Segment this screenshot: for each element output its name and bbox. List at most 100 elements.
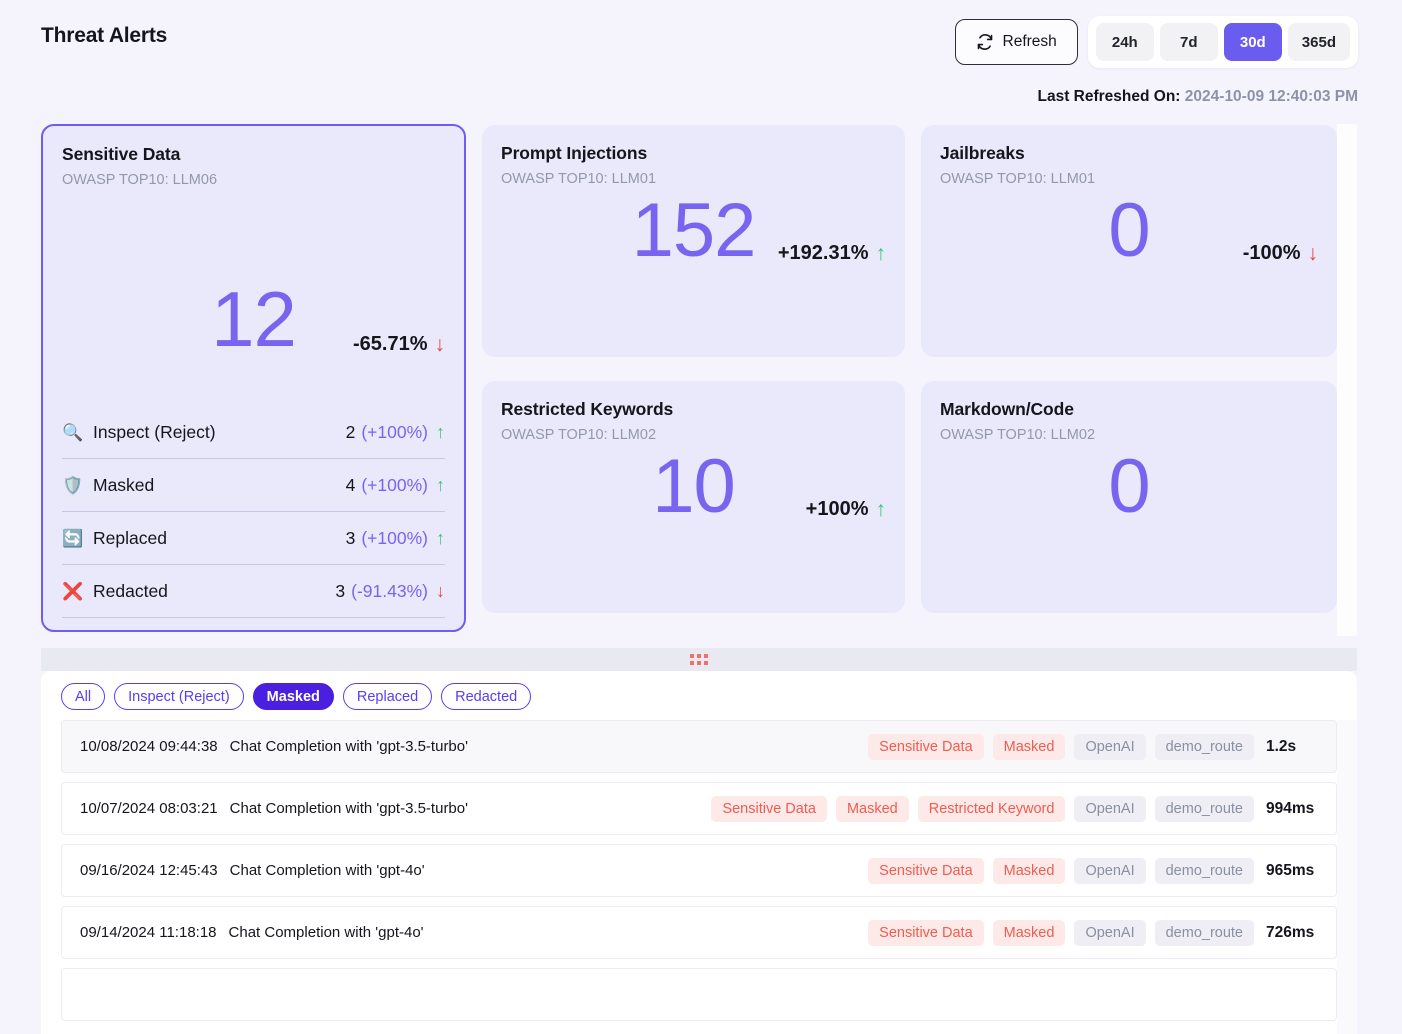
card-title: Sensitive Data [62,144,181,164]
row-description: Chat Completion with 'gpt-3.5-turbo' [229,800,468,817]
row-latency: 1.2s [1266,737,1297,755]
trend-up-arrow-icon: ↑ [436,528,445,548]
alerts-row-list: 10/08/2024 09:44:38 Chat Completion with… [41,720,1357,1021]
trend-up-arrow-icon: ↑ [875,498,887,522]
card-metric-value: 0 [1108,444,1150,529]
last-refreshed-value: 2024-10-09 12:40:03 PM [1184,88,1358,105]
range-button-7d[interactable]: 7d [1159,23,1218,61]
breakdown-row-masked[interactable]: 🛡️ Masked 4 (+100%) ↑ [62,459,445,512]
filter-chip-inspect-reject[interactable]: Inspect (Reject) [114,683,244,710]
range-button-24h[interactable]: 24h [1095,23,1154,61]
cards-vertical-scrollbar[interactable] [1337,124,1357,636]
drag-handle-icon[interactable] [690,654,708,665]
tag-sensitive-data: Sensitive Data [868,733,984,760]
breakdown-count: 4 [345,474,356,495]
tag-provider: OpenAI [1074,795,1146,822]
card-subtitle: OWASP TOP10: LLM06 [62,172,218,188]
row-latency: 965ms [1266,861,1315,879]
breakdown-count: 3 [335,580,346,601]
row-description: Chat Completion with 'gpt-4o' [228,924,424,941]
tag-route: demo_route [1154,857,1254,884]
breakdown-percent: (+100%) [361,527,428,548]
card-metric-delta: +100% ↑ [806,498,886,521]
trend-up-arrow-icon: ↑ [436,475,445,495]
card-title: Restricted Keywords [501,399,674,419]
sensitive-data-breakdown: 🔍 Inspect (Reject) 2 (+100%) ↑ 🛡️ Masked… [62,406,445,618]
card-jailbreaks[interactable]: Jailbreaks OWASP TOP10: LLM01 0 -100% ↓ [921,125,1337,357]
row-tags: Sensitive Data Masked OpenAI demo_route [868,733,1254,760]
row-tags: Sensitive Data Masked OpenAI demo_route [868,919,1254,946]
card-metric-value: 152 [631,188,757,273]
trend-up-arrow-icon: ↑ [436,422,445,442]
card-metric-value: 10 [652,444,736,529]
breakdown-row-redacted[interactable]: ❌ Redacted 3 (-91.43%) ↓ [62,565,445,618]
breakdown-count: 3 [345,527,356,548]
filter-chip-masked[interactable]: Masked [252,683,334,710]
red-cross-icon: ❌ [62,581,84,601]
table-vertical-scrollbar[interactable] [1337,720,1357,1034]
card-metric-delta: -65.71% ↓ [353,333,445,356]
page-header: Threat Alerts Refresh 24h 7d 30d 365d La… [0,0,1402,105]
card-subtitle: OWASP TOP10: LLM02 [940,427,1096,443]
card-metric-delta: -100% ↓ [1243,242,1318,265]
card-markdown-code[interactable]: Markdown/Code OWASP TOP10: LLM02 0 [921,381,1337,613]
refresh-button[interactable]: Refresh [954,19,1078,65]
row-timestamp: 09/14/2024 11:18:18 [80,924,217,941]
refresh-button-label: Refresh [1002,33,1057,50]
table-row[interactable]: 10/08/2024 09:44:38 Chat Completion with… [61,720,1337,773]
breakdown-percent: (-91.43%) [351,580,428,601]
trend-down-arrow-icon: ↓ [1307,242,1319,266]
panel-splitter[interactable] [41,648,1357,671]
card-subtitle: OWASP TOP10: LLM01 [940,171,1096,187]
breakdown-label: Redacted [93,580,168,601]
card-metric: 0 -100% ↓ [940,192,1318,268]
card-metric-value: 12 [211,274,297,363]
trend-down-arrow-icon: ↓ [436,581,445,601]
row-timestamp: 09/16/2024 12:45:43 [80,862,218,879]
card-sensitive-data[interactable]: Sensitive Data OWASP TOP10: LLM06 12 -65… [41,124,466,632]
range-button-365d[interactable]: 365d [1287,23,1350,61]
card-metric: 0 [940,444,1318,529]
tag-masked: Masked [992,919,1066,946]
table-row[interactable]: 09/14/2024 11:18:18 Chat Completion with… [61,906,1337,959]
table-row[interactable]: 10/07/2024 08:03:21 Chat Completion with… [61,782,1337,835]
card-delta-text: -100% [1242,242,1301,265]
card-delta-text: -65.71% [353,333,428,355]
row-latency: 994ms [1266,799,1315,817]
breakdown-label: Masked [93,474,155,495]
filter-chip-all[interactable]: All [61,683,106,710]
tag-masked: Masked [992,733,1066,760]
range-button-30d[interactable]: 30d [1223,23,1282,61]
tag-masked: Masked [835,795,909,822]
last-refreshed-label: Last Refreshed On: [1037,88,1181,105]
row-description: Chat Completion with 'gpt-3.5-turbo' [229,738,468,755]
table-row[interactable]: 09/16/2024 12:45:43 Chat Completion with… [61,844,1337,897]
tag-route: demo_route [1154,795,1254,822]
card-metric-delta: +192.31% ↑ [778,242,886,265]
breakdown-label: Inspect (Reject) [93,421,216,442]
card-delta-text: +100% [805,498,869,521]
filter-chip-replaced[interactable]: Replaced [342,683,433,710]
tag-route: demo_route [1154,733,1254,760]
filter-chip-redacted[interactable]: Redacted [441,683,532,710]
card-metric: 12 -65.71% ↓ [62,216,445,363]
replace-arrows-icon: 🔄 [62,528,84,548]
tag-provider: OpenAI [1074,919,1146,946]
tag-provider: OpenAI [1074,857,1146,884]
row-tags: Sensitive Data Masked OpenAI demo_route [868,857,1254,884]
card-restricted-keywords[interactable]: Restricted Keywords OWASP TOP10: LLM02 1… [482,381,905,613]
breakdown-row-inspect-reject[interactable]: 🔍 Inspect (Reject) 2 (+100%) ↑ [62,406,445,459]
table-row-partial[interactable] [61,968,1337,1021]
breakdown-row-replaced[interactable]: 🔄 Replaced 3 (+100%) ↑ [62,512,445,565]
row-timestamp: 10/08/2024 09:44:38 [80,738,218,755]
trend-down-arrow-icon: ↓ [434,333,446,356]
tag-masked: Masked [992,857,1066,884]
card-delta-text: +192.31% [777,242,869,265]
tag-sensitive-data: Sensitive Data [868,857,984,884]
card-title: Jailbreaks [940,143,1025,163]
card-subtitle: OWASP TOP10: LLM01 [501,171,657,187]
header-controls: Refresh 24h 7d 30d 365d [954,16,1358,68]
card-prompt-injections[interactable]: Prompt Injections OWASP TOP10: LLM01 152… [482,125,905,357]
row-latency: 726ms [1266,923,1315,941]
threat-cards-region: Sensitive Data OWASP TOP10: LLM06 12 -65… [41,124,1357,636]
